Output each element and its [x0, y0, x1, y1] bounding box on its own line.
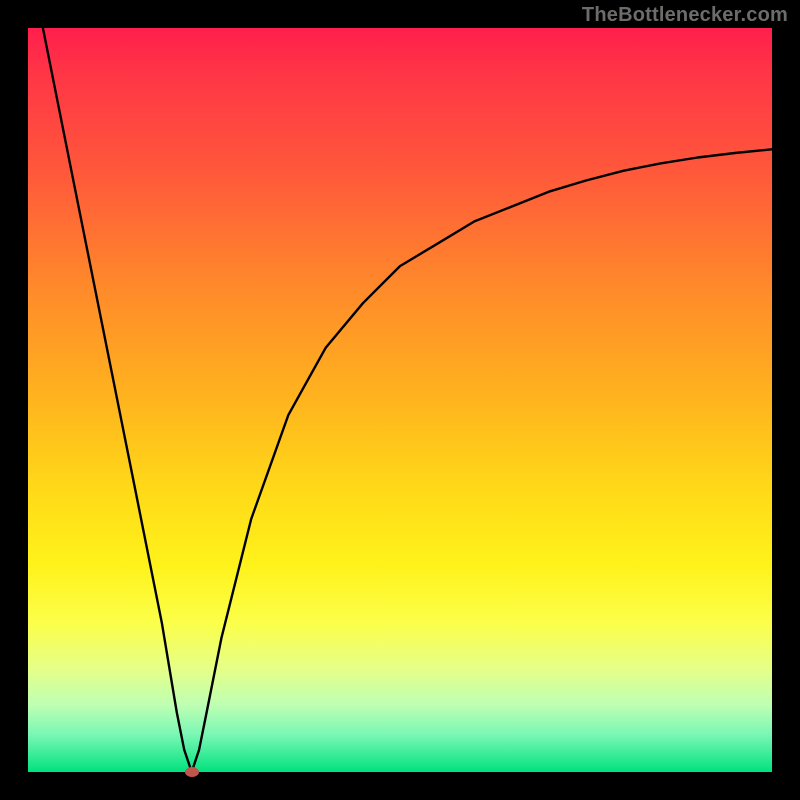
optimal-point-marker	[185, 767, 199, 777]
bottleneck-curve-svg	[28, 28, 772, 772]
chart-frame: TheBottlenecker.com	[0, 0, 800, 800]
attribution-text: TheBottlenecker.com	[582, 4, 788, 27]
bottleneck-curve-path	[43, 28, 772, 772]
